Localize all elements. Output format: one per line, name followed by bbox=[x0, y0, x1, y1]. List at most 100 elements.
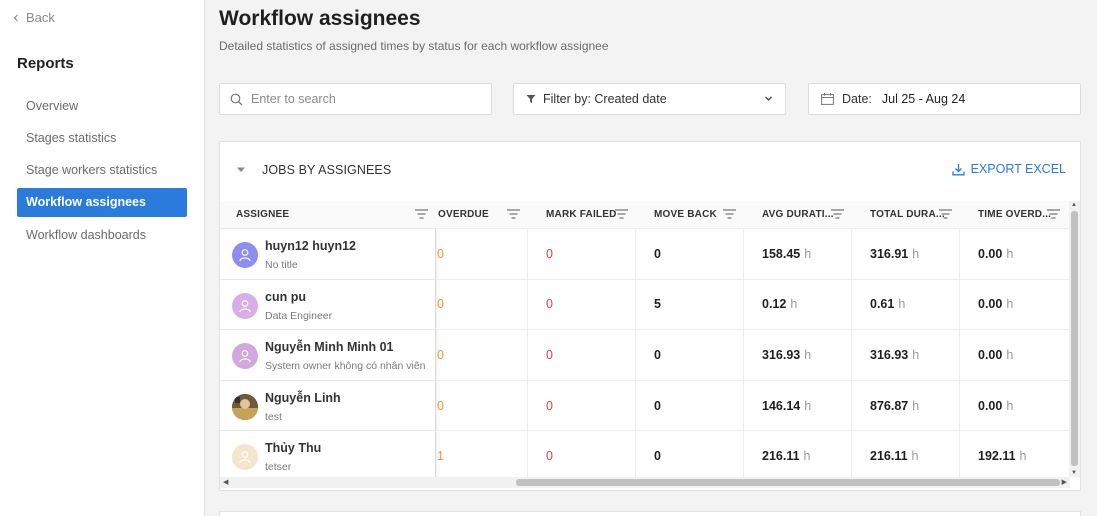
time-overdue-value: 192.11 bbox=[978, 449, 1016, 464]
overdue-cell: 0 bbox=[436, 380, 528, 431]
time-overdue-cell: 0.00 h bbox=[960, 330, 1068, 380]
column-header-label: AVG DURATI... bbox=[762, 209, 834, 220]
total-duration-value: 876.87 bbox=[870, 398, 909, 413]
vertical-scrollbar[interactable]: ▲ ▼ bbox=[1069, 201, 1080, 477]
column-header-mark-failed[interactable]: MARK FAILED bbox=[528, 201, 636, 228]
total-duration-value: 216.11 bbox=[870, 449, 908, 464]
hours-unit: h bbox=[1006, 347, 1014, 362]
hours-unit: h bbox=[911, 449, 919, 464]
hours-unit: h bbox=[912, 246, 920, 261]
total-duration-cell: 316.91 h bbox=[852, 229, 960, 279]
hours-unit: h bbox=[804, 398, 812, 413]
column-header-time-overdue[interactable]: TIME OVERD... bbox=[960, 201, 1068, 228]
hours-unit: h bbox=[898, 297, 906, 312]
hours-unit: h bbox=[1006, 297, 1014, 312]
calendar-icon bbox=[821, 93, 834, 105]
scroll-up-arrow-icon[interactable]: ▲ bbox=[1071, 202, 1077, 208]
assignee-name: Nguyễn Minh Minh 01 bbox=[265, 340, 394, 355]
filter-lines-icon[interactable] bbox=[723, 209, 736, 219]
reports-section-title: Reports bbox=[17, 55, 74, 72]
sidebar-item-workflow-dashboards[interactable]: Workflow dashboards bbox=[17, 220, 187, 249]
filter-lines-icon[interactable] bbox=[615, 209, 628, 219]
avg-duration-cell: 146.14 h bbox=[744, 380, 852, 431]
hours-unit: h bbox=[1006, 398, 1014, 413]
date-range-picker[interactable]: Date: Jul 25 - Aug 24 bbox=[808, 83, 1081, 115]
next-card bbox=[219, 511, 1081, 516]
assignee-role: Data Engineer bbox=[265, 309, 333, 322]
assignee-cell: Nguyễn Linh test bbox=[220, 380, 436, 431]
table-row[interactable]: Thủy Thu tetser 1 0 0 216.11 h 216.11 h 19… bbox=[220, 430, 1070, 477]
move-back-cell: 0 bbox=[636, 229, 744, 279]
table-row[interactable]: Nguyễn Minh Minh 01 System owner không c… bbox=[220, 329, 1070, 380]
horizontal-scrollbar[interactable]: ◀ ▶ bbox=[220, 477, 1070, 488]
column-header-move-back[interactable]: MOVE BACK bbox=[636, 201, 744, 228]
horizontal-scroll-thumb[interactable] bbox=[516, 479, 1060, 486]
chevron-left-icon bbox=[13, 14, 18, 21]
column-header-label: MARK FAILED bbox=[546, 209, 617, 220]
move-back-cell: 0 bbox=[636, 380, 744, 431]
column-header-total-duration[interactable]: TOTAL DURA... bbox=[852, 201, 960, 228]
sidebar-nav: Overview Stages statistics Stage workers… bbox=[17, 91, 187, 252]
sidebar-item-workflow-assignees[interactable]: Workflow assignees bbox=[17, 187, 187, 217]
column-header-overdue[interactable]: OVERDUE bbox=[436, 201, 528, 228]
assignee-role: test bbox=[265, 410, 282, 423]
time-overdue-value: 0.00 bbox=[978, 398, 1003, 413]
hours-unit: h bbox=[1019, 449, 1027, 464]
sidebar: Back Reports Overview Stages statistics … bbox=[0, 0, 205, 516]
column-header-assignee[interactable]: ASSIGNEE bbox=[220, 201, 436, 228]
filter-lines-icon[interactable] bbox=[831, 209, 844, 219]
assignee-cell: cun pu Data Engineer bbox=[220, 279, 436, 330]
avg-duration-cell: 158.45 h bbox=[744, 229, 852, 279]
total-duration-value: 316.91 bbox=[870, 246, 909, 261]
page-subtitle: Detailed statistics of assigned times by… bbox=[219, 39, 609, 53]
card-title: JOBS BY ASSIGNEES bbox=[262, 163, 392, 177]
total-duration-cell: 0.61 h bbox=[852, 279, 960, 330]
mark-failed-cell: 0 bbox=[528, 431, 636, 477]
sidebar-item-stages-statistics[interactable]: Stages statistics bbox=[17, 123, 187, 152]
table-row[interactable]: Nguyễn Linh test 0 0 0 146.14 h 876.87 h 0… bbox=[220, 379, 1070, 431]
chevron-down-icon bbox=[765, 96, 772, 101]
avg-duration-cell: 0.12 h bbox=[744, 279, 852, 330]
filter-lines-icon[interactable] bbox=[1047, 209, 1060, 219]
hours-unit: h bbox=[1006, 246, 1014, 261]
mark-failed-cell: 0 bbox=[528, 380, 636, 431]
back-link[interactable]: Back bbox=[12, 10, 55, 25]
scroll-down-arrow-icon[interactable]: ▼ bbox=[1071, 470, 1077, 476]
overdue-cell: 0 bbox=[436, 279, 528, 330]
overdue-cell: 1 bbox=[436, 431, 528, 477]
search-input[interactable] bbox=[251, 92, 471, 106]
hours-unit: h bbox=[790, 297, 798, 312]
table-header-row: ASSIGNEE OVERDUE MARK FAILED MOVE BACK A… bbox=[220, 201, 1070, 228]
search-box[interactable] bbox=[219, 83, 492, 115]
assignee-cell: Nguyễn Minh Minh 01 System owner không c… bbox=[220, 330, 436, 380]
back-label: Back bbox=[26, 10, 55, 25]
move-back-cell: 5 bbox=[636, 279, 744, 330]
filter-dropdown[interactable]: Filter by: Created date bbox=[513, 83, 786, 115]
sidebar-item-stage-workers-statistics[interactable]: Stage workers statistics bbox=[17, 156, 187, 185]
filter-label: Filter by: Created date bbox=[543, 92, 667, 106]
table-row[interactable]: cun pu Data Engineer 0 0 5 0.12 h 0.61 h 0… bbox=[220, 278, 1070, 330]
caret-down-icon[interactable] bbox=[236, 166, 246, 174]
assignees-table: ASSIGNEE OVERDUE MARK FAILED MOVE BACK A… bbox=[220, 201, 1070, 477]
date-value: Jul 25 - Aug 24 bbox=[881, 92, 966, 106]
column-header-avg-duration[interactable]: AVG DURATI... bbox=[744, 201, 852, 228]
avg-duration-cell: 216.11 h bbox=[744, 431, 852, 477]
filter-lines-icon[interactable] bbox=[939, 209, 952, 219]
avg-duration-cell: 316.93 h bbox=[744, 330, 852, 380]
assignee-name: Nguyễn Linh bbox=[265, 390, 341, 405]
column-header-label: MOVE BACK bbox=[654, 209, 717, 220]
table-row[interactable]: huyn12 huyn12 No title 0 0 0 158.45 h 316… bbox=[220, 228, 1070, 279]
export-excel-button[interactable]: EXPORT EXCEL bbox=[951, 162, 1066, 176]
total-duration-cell: 316.93 h bbox=[852, 330, 960, 380]
sidebar-item-overview[interactable]: Overview bbox=[17, 91, 187, 120]
avatar bbox=[232, 444, 258, 471]
scroll-right-arrow-icon[interactable]: ▶ bbox=[1062, 478, 1067, 486]
hours-unit: h bbox=[804, 246, 812, 261]
download-icon bbox=[951, 163, 965, 175]
scroll-left-arrow-icon[interactable]: ◀ bbox=[223, 478, 228, 486]
vertical-scroll-thumb[interactable] bbox=[1071, 211, 1078, 466]
hours-unit: h bbox=[912, 398, 920, 413]
assignee-name: Thủy Thu bbox=[265, 441, 322, 456]
filter-lines-icon[interactable] bbox=[507, 209, 520, 219]
filter-lines-icon[interactable] bbox=[415, 209, 428, 219]
